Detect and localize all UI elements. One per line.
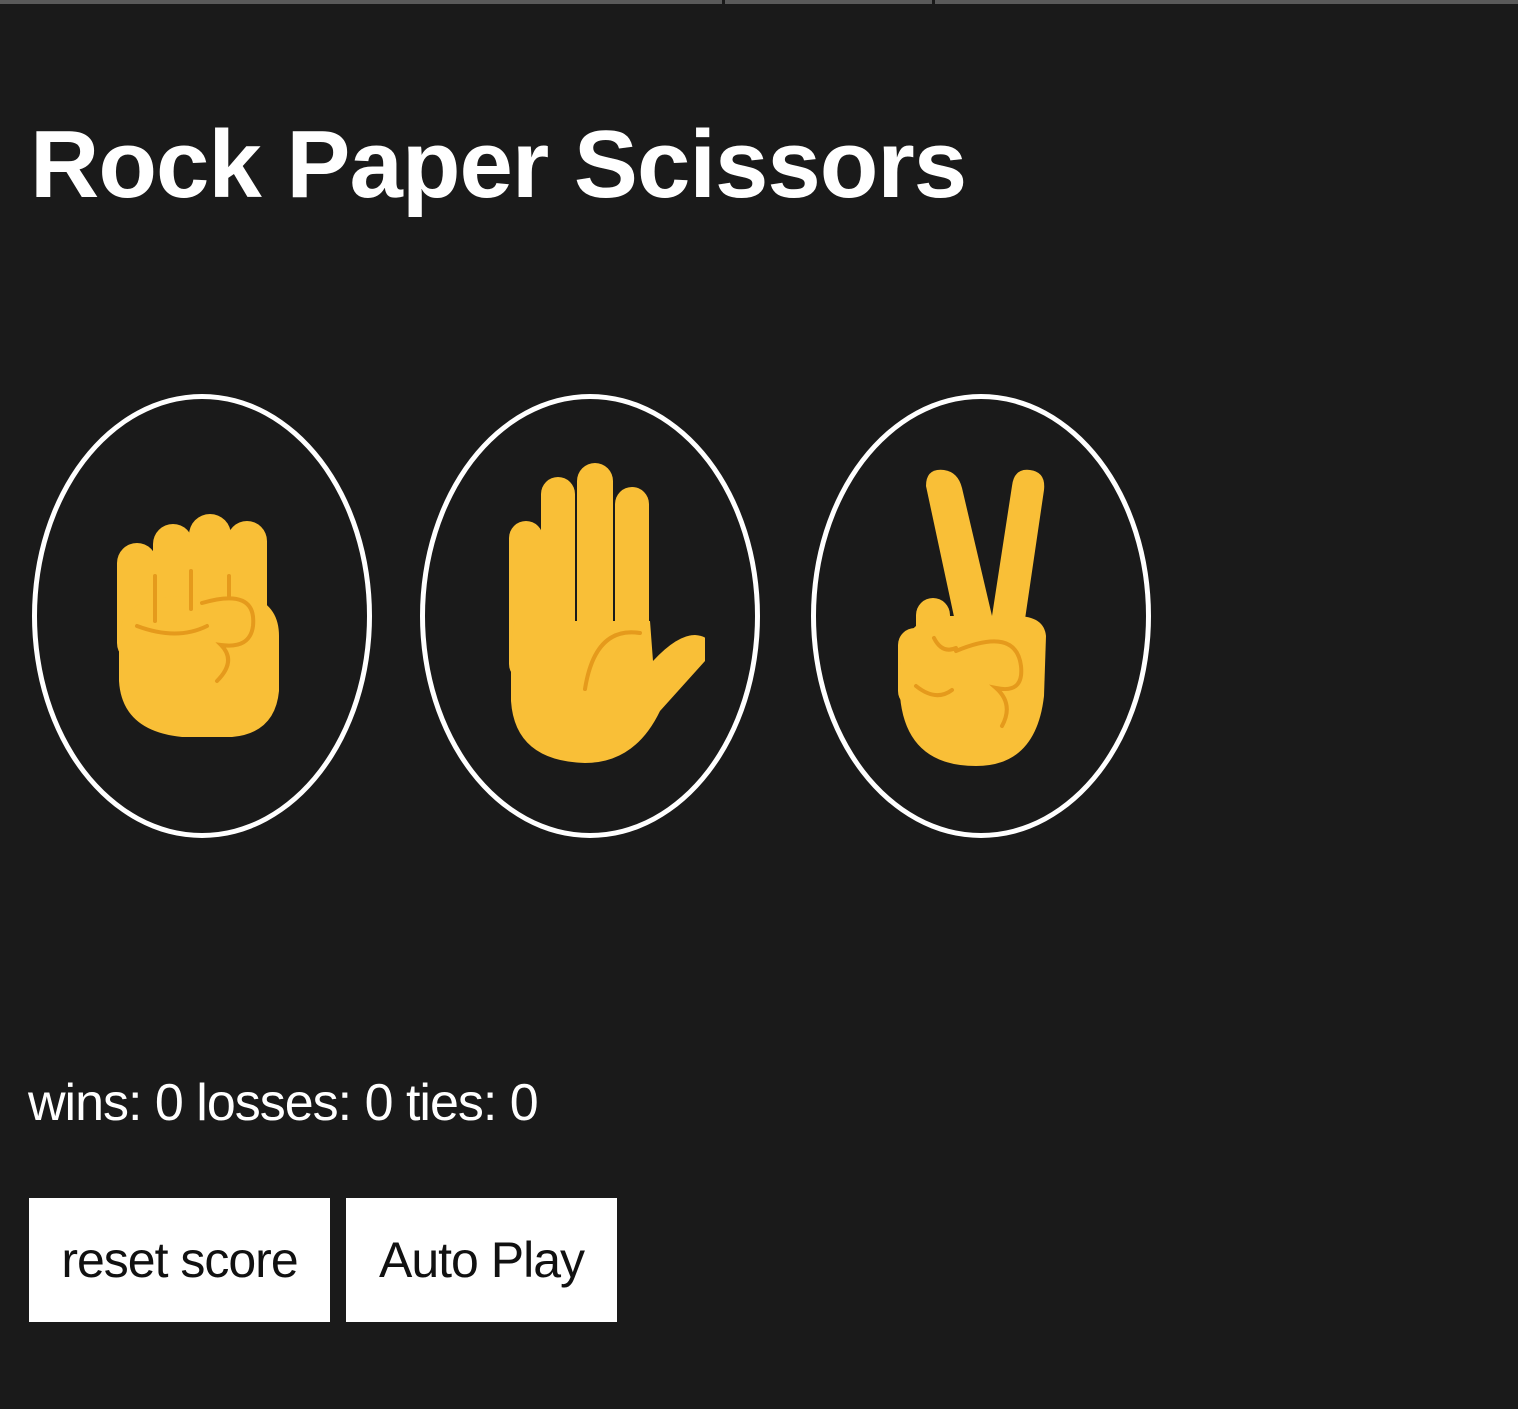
auto-play-button[interactable]: Auto Play: [346, 1198, 617, 1322]
reset-score-button[interactable]: reset score: [29, 1198, 330, 1322]
raised-hand-icon: [509, 463, 705, 763]
paper-button[interactable]: [420, 394, 760, 838]
victory-hand-icon: [898, 469, 1046, 766]
score-display: wins: 0 losses: 0 ties: 0: [28, 1074, 539, 1132]
rock-button[interactable]: [32, 394, 372, 838]
page: Rock Paper Scissors wins: 0 losses: 0 ti…: [0, 0, 1518, 1409]
raised-fist-icon: [117, 514, 279, 737]
border-tick: [932, 0, 935, 4]
scissors-button[interactable]: [811, 394, 1151, 838]
border-tick: [722, 0, 725, 4]
page-title: Rock Paper Scissors: [30, 111, 967, 218]
window-top-border: [0, 0, 1518, 4]
